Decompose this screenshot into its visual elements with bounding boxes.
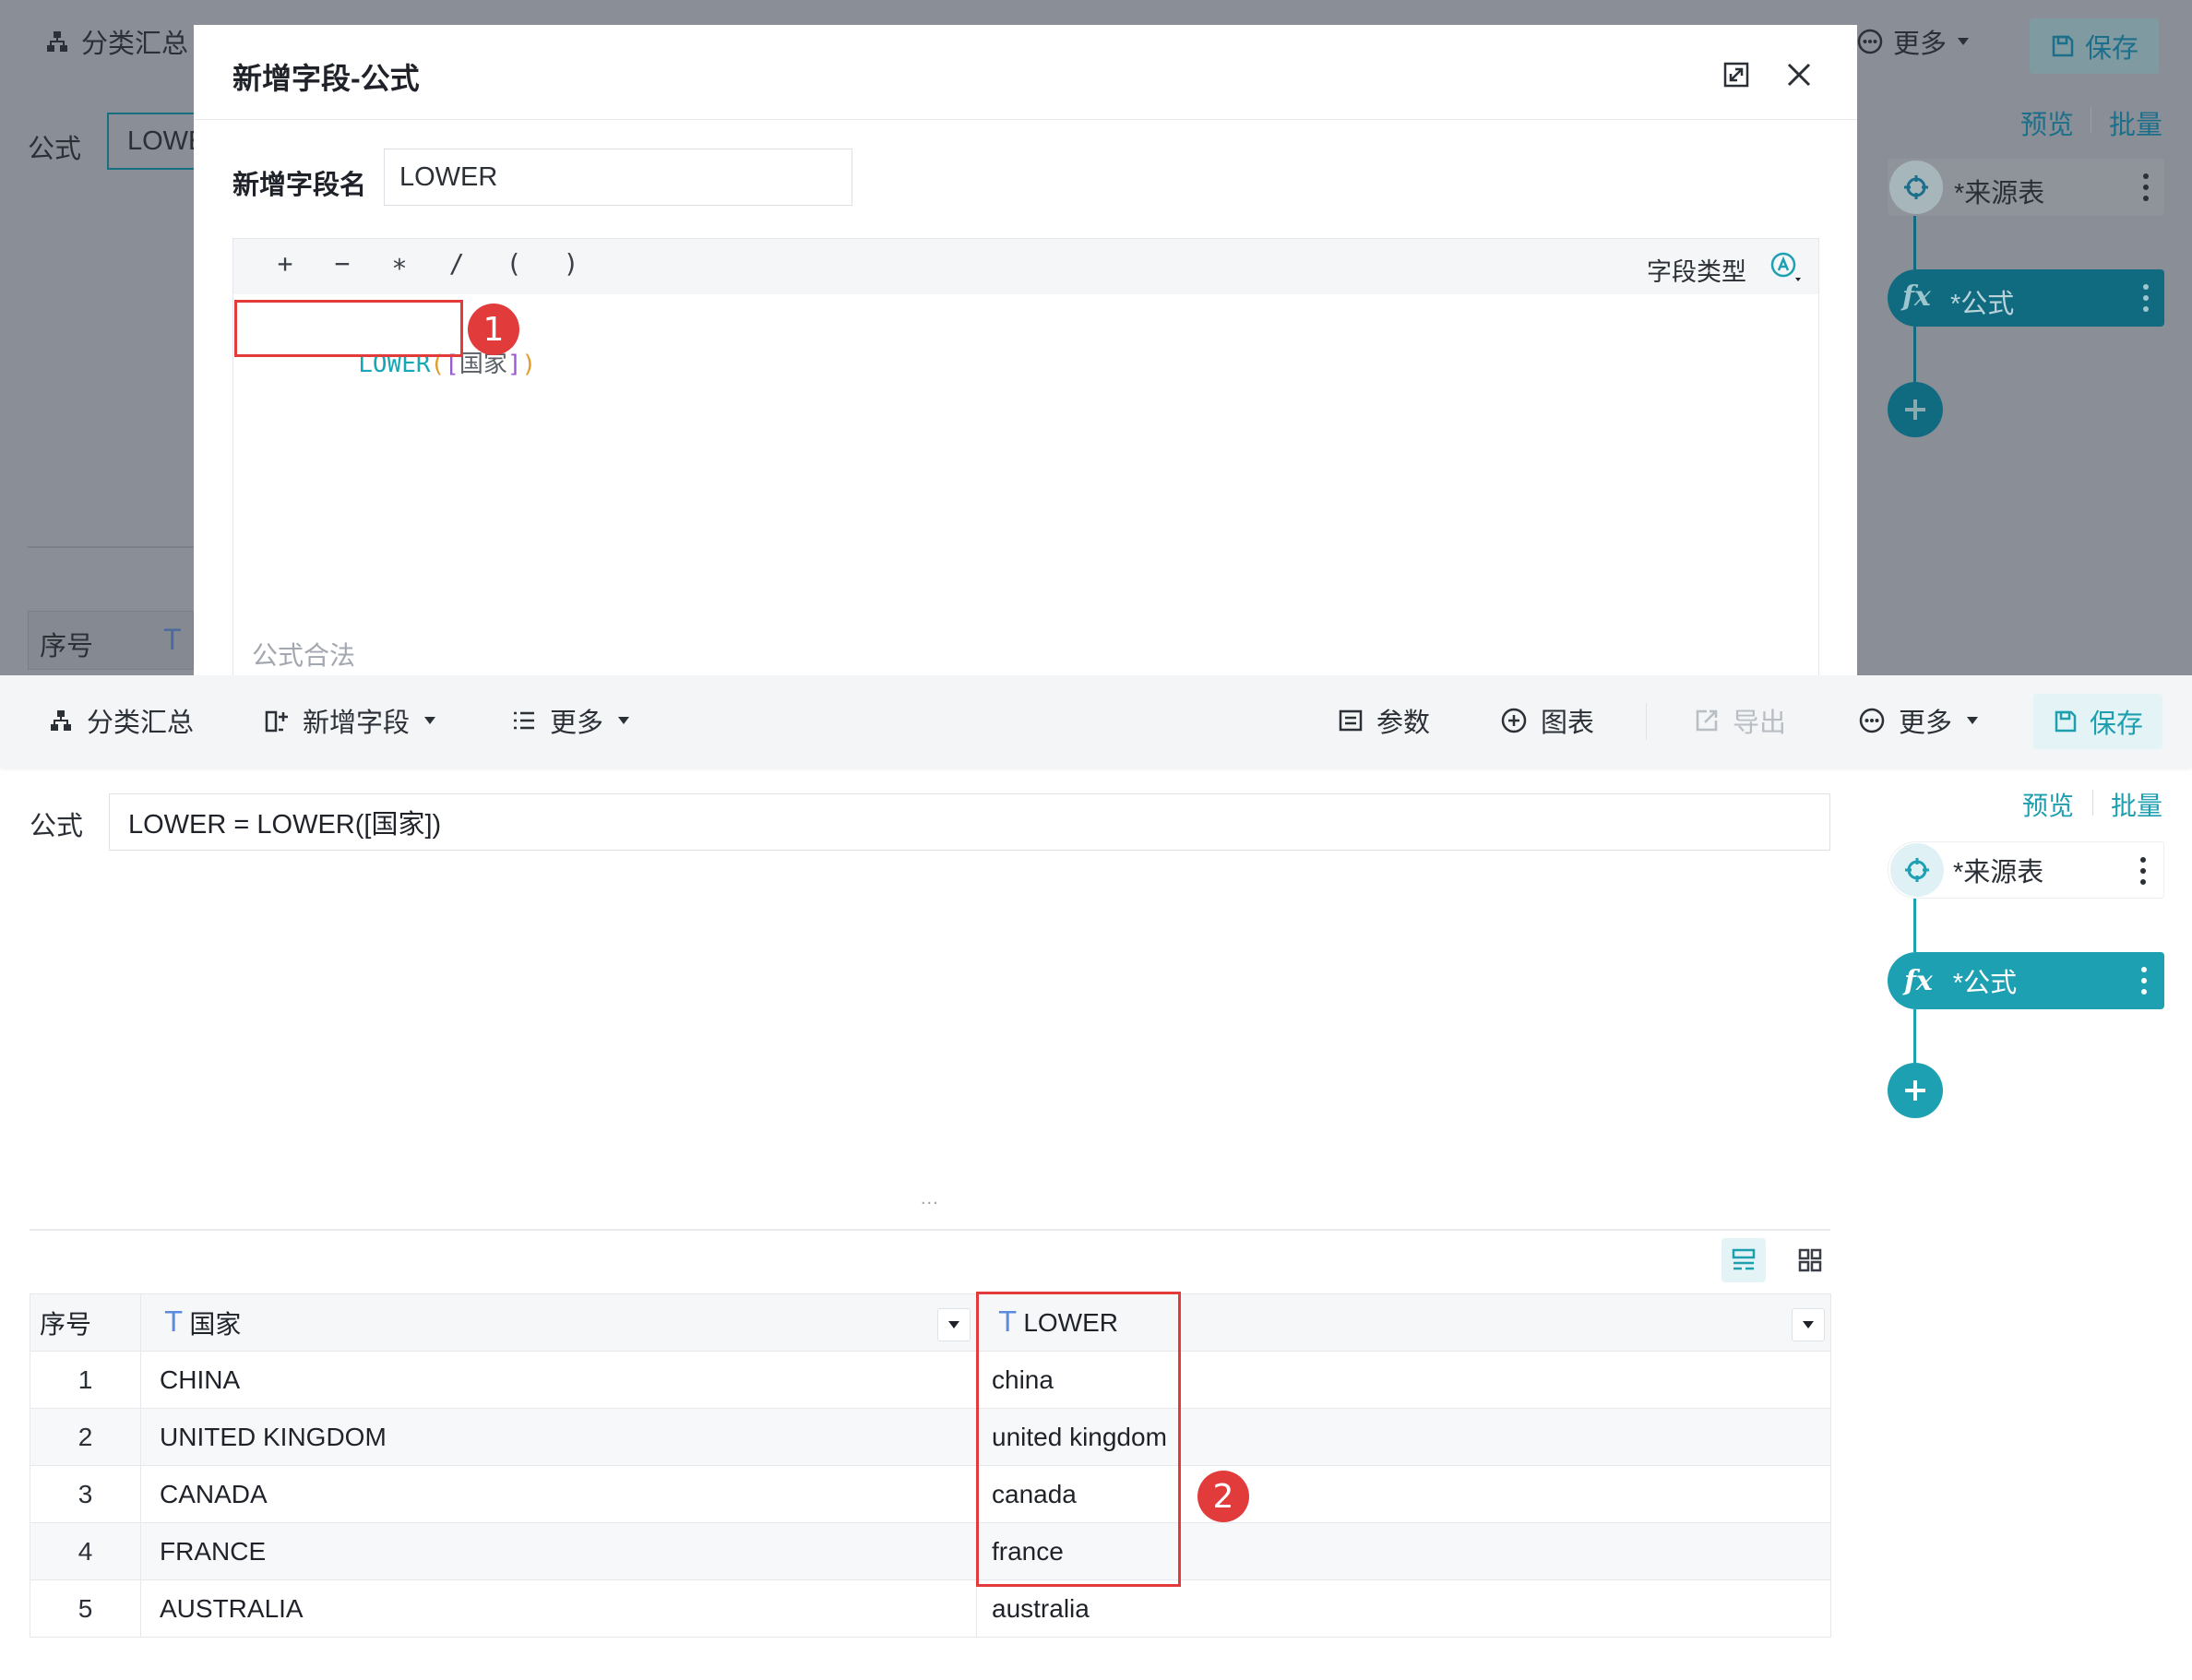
add-node-icon[interactable]	[1888, 1063, 1943, 1118]
flow-node-formula[interactable]: fx *公式	[1888, 952, 2164, 1009]
expand-icon[interactable]	[1718, 56, 1755, 93]
index-column-header: 序号	[30, 1293, 141, 1352]
toolbar-divider	[1646, 703, 1647, 740]
table-row: 5 AUSTRALIA australia	[30, 1579, 1831, 1638]
link-separator	[2092, 790, 2093, 816]
table-row: 2 UNITED KINGDOM united kingdom	[30, 1408, 1831, 1466]
minus-operator[interactable]: −	[324, 248, 361, 279]
more-menu-right[interactable]: 更多	[1858, 701, 1980, 740]
bg-divider	[28, 546, 194, 548]
bg-save-button: 保存	[2030, 18, 2159, 74]
tree-icon	[51, 710, 71, 731]
target-icon	[1889, 161, 1943, 214]
text-type-icon: T	[165, 1306, 183, 1339]
export-button[interactable]: 导出	[1694, 701, 1786, 740]
flow-connector	[1913, 1009, 1916, 1065]
export-icon	[1696, 709, 1718, 732]
bg-flow-connector	[1913, 216, 1916, 269]
list-view-icon[interactable]	[1721, 1238, 1766, 1282]
annotation-badge: 1	[468, 304, 519, 355]
bg-formula-label: 公式	[28, 135, 82, 164]
field-name-label: 新增字段名	[232, 171, 367, 200]
plus-operator[interactable]: +	[267, 248, 304, 279]
country-column-header[interactable]: T 国家	[140, 1293, 977, 1352]
text-type-icon[interactable]	[1769, 250, 1802, 283]
formula-editor[interactable]: + − ∗ / ( ) 字段类型 LOWER([国家]) 1 公式合法	[232, 238, 1819, 675]
open-paren-operator[interactable]: (	[495, 248, 532, 279]
dialog-header: 新增字段-公式	[194, 25, 1857, 120]
params-icon	[1339, 709, 1363, 732]
column-dropdown-icon[interactable]	[1792, 1307, 1825, 1341]
text-type-icon: T	[163, 623, 182, 656]
dialog-title: 新增字段-公式	[232, 62, 420, 95]
kebab-icon[interactable]	[2140, 965, 2148, 996]
ellipsis-circle-icon	[1859, 708, 1885, 733]
annotation-badge: 2	[1197, 1471, 1249, 1522]
fx-icon: fx	[1902, 280, 1931, 313]
bg-add-node-icon	[1888, 382, 1943, 437]
caret-down-icon	[1958, 38, 1970, 45]
close-icon[interactable]	[1779, 54, 1819, 95]
add-column-icon	[265, 710, 288, 733]
bg-batch-link: 批量	[2109, 111, 2163, 140]
category-summary-button[interactable]: 分类汇总	[48, 701, 194, 740]
formula-label: 公式	[30, 812, 84, 841]
table-row: 3 CANADA canada	[30, 1465, 1831, 1523]
annotation-highlight-box	[234, 300, 463, 357]
splitter-divider	[30, 1229, 1830, 1231]
list-icon	[514, 711, 534, 730]
flow-node-source[interactable]: *来源表	[1888, 841, 2164, 899]
target-icon	[1890, 843, 1944, 897]
splitter-handle[interactable]: ...	[921, 1188, 939, 1209]
bg-flow-node-source: *来源表	[1888, 159, 2164, 216]
more-menu-left[interactable]: 更多	[511, 701, 631, 740]
save-icon	[2052, 35, 2074, 57]
add-field-formula-dialog: 新增字段-公式 新增字段名 + − ∗ / ( ) 字段类型	[194, 25, 1857, 675]
batch-link[interactable]: 批量	[2111, 786, 2162, 823]
dimmed-background-with-modal: 分类汇总 更多 保存 公式 LOWE 序号 T 预览 批量 *来源表 fx *公…	[0, 0, 2192, 675]
tree-icon	[47, 31, 67, 52]
params-button[interactable]: 参数	[1338, 701, 1430, 740]
close-paren-operator[interactable]: )	[553, 248, 590, 279]
caret-down-icon	[618, 717, 630, 724]
kebab-icon[interactable]	[2139, 855, 2147, 887]
kebab-icon	[2143, 173, 2149, 201]
bg-flow-node-formula: fx *公式	[1888, 269, 2164, 327]
table-row: 4 FRANCE france	[30, 1522, 1831, 1580]
bg-category-summary: 分类汇总	[44, 22, 188, 61]
table-header-row: 序号 T 国家 T LOWER	[30, 1293, 1831, 1352]
divide-operator[interactable]: /	[438, 248, 475, 279]
save-icon	[2055, 710, 2077, 733]
add-field-button[interactable]: 新增字段	[264, 701, 437, 740]
field-type-label: 字段类型	[1647, 258, 1746, 286]
toolbar: 分类汇总 新增字段 更多 参数 图表 导出 更多 保存	[0, 675, 2192, 768]
operator-toolbar: + − ∗ / ( ) 字段类型	[233, 239, 1818, 294]
caret-down-icon	[424, 717, 436, 724]
plus-circle-icon	[1501, 708, 1527, 733]
save-button[interactable]: 保存	[2033, 694, 2162, 749]
flow-connector	[1913, 899, 1916, 952]
main-app: 分类汇总 新增字段 更多 参数 图表 导出 更多 保存 公式 LOWER = L…	[0, 675, 2192, 1680]
multiply-operator[interactable]: ∗	[381, 248, 418, 279]
caret-down-icon	[1967, 717, 1979, 724]
formula-display[interactable]: LOWER = LOWER([国家])	[109, 793, 1830, 851]
grid-view-icon[interactable]	[1788, 1238, 1832, 1282]
column-dropdown-icon[interactable]	[937, 1307, 971, 1341]
bg-table-header: 序号 T	[28, 611, 194, 670]
validation-status: 公式合法	[252, 641, 356, 670]
preview-link[interactable]: 预览	[2022, 786, 2074, 823]
bg-more-menu: 更多	[1856, 22, 1971, 61]
bg-flow-connector	[1913, 327, 1916, 382]
field-name-input[interactable]	[384, 149, 852, 206]
bg-preview-link: 预览	[2020, 111, 2075, 140]
data-table: 序号 T 国家 T LOWER 1 CHINA china 2 UNITED KIN…	[30, 1293, 1831, 1638]
chart-button[interactable]: 图表	[1500, 701, 1594, 740]
ellipsis-circle-icon	[1857, 29, 1883, 54]
kebab-icon	[2143, 284, 2149, 312]
fx-icon: fx	[1904, 964, 1933, 997]
table-row: 1 CHINA china	[30, 1351, 1831, 1409]
annotation-highlight-box	[976, 1292, 1181, 1587]
